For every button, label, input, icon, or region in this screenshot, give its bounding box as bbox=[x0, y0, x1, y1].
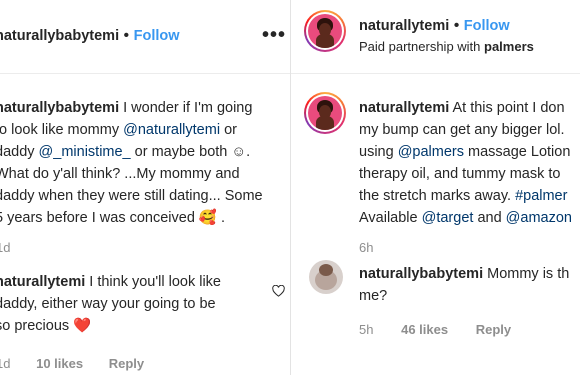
follow-button[interactable]: Follow bbox=[134, 28, 180, 44]
comment-text: therapy oil, and tummy mask to bbox=[359, 166, 561, 182]
comment-text: to look like mommy bbox=[0, 122, 124, 138]
comment-time[interactable]: 1d bbox=[0, 240, 10, 255]
separator-dot: • bbox=[123, 27, 130, 44]
right-post-panel: naturallytemi • Follow Paid partnership … bbox=[291, 0, 580, 375]
header-username[interactable]: naturallybabytemi bbox=[0, 28, 119, 44]
comment-text: the stretch marks away. bbox=[359, 188, 516, 204]
left-post-panel: naturallybabytemi • Follow ••• naturally… bbox=[0, 0, 290, 375]
comment-text: or bbox=[220, 122, 237, 138]
header-username[interactable]: naturallytemi bbox=[359, 18, 449, 34]
comment-text: I think you'll look like bbox=[85, 274, 221, 290]
reply-button[interactable]: Reply bbox=[109, 356, 144, 371]
separator-dot: • bbox=[453, 17, 460, 34]
avatar[interactable] bbox=[309, 260, 343, 294]
comment-text: Available bbox=[359, 210, 422, 226]
avatar[interactable] bbox=[304, 92, 346, 134]
mention-link[interactable]: @_ministime_ bbox=[39, 144, 131, 160]
likes-count[interactable]: 46 likes bbox=[401, 322, 448, 337]
comment-text: me? bbox=[359, 288, 388, 304]
comment-text: using bbox=[359, 144, 398, 160]
reply-meta: 1d 10 likes Reply bbox=[0, 356, 166, 371]
reply-meta: 5h 46 likes Reply bbox=[359, 322, 535, 337]
comment-text: 5 years before I was conceived 🥰 . bbox=[0, 210, 226, 226]
mention-link[interactable]: @target bbox=[422, 210, 474, 226]
comment-text: my bump can get any bigger lol. bbox=[359, 122, 565, 138]
comment-text: daddy when they were still dating... Som… bbox=[0, 188, 263, 204]
comment-text: massage Lotion bbox=[464, 144, 571, 160]
comment-author[interactable]: naturallybabytemi bbox=[359, 266, 483, 282]
comment-meta: 1d bbox=[0, 240, 10, 255]
comment-author[interactable]: naturallytemi bbox=[0, 274, 85, 290]
paid-partnership-label: Paid partnership with palmers bbox=[359, 39, 534, 54]
mention-link[interactable]: @amazon bbox=[506, 210, 572, 226]
avatar[interactable] bbox=[304, 10, 346, 52]
comment-text: Mommy is th bbox=[483, 266, 570, 282]
comment-text: or maybe both ☺. bbox=[130, 144, 251, 160]
reply-comment: naturallytemi I think you'll look like d… bbox=[0, 271, 265, 337]
comment-text: daddy bbox=[0, 144, 35, 160]
reply-button[interactable]: Reply bbox=[476, 322, 511, 337]
header-title: naturallytemi • Follow bbox=[359, 17, 510, 35]
comment-meta: 6h bbox=[359, 240, 373, 255]
mention-link[interactable]: @naturallytemi bbox=[123, 122, 220, 138]
follow-button[interactable]: Follow bbox=[464, 18, 510, 34]
comment-text: so precious ❤️ bbox=[0, 318, 92, 334]
like-heart-icon[interactable] bbox=[272, 285, 285, 297]
comment-text: I wonder if I'm going bbox=[119, 100, 253, 116]
comment-time[interactable]: 1d bbox=[0, 356, 10, 371]
comment-text: daddy, either way your going to be bbox=[0, 296, 216, 312]
partner-link[interactable]: palmers bbox=[484, 39, 534, 54]
comment-author[interactable]: naturallybabytemi bbox=[0, 100, 119, 116]
hashtag-link[interactable]: #palmer bbox=[515, 188, 567, 204]
comment-author[interactable]: naturallytemi bbox=[359, 100, 449, 116]
header-title: naturallybabytemi • Follow bbox=[0, 27, 180, 45]
comment-text: and bbox=[473, 210, 506, 226]
more-options-icon[interactable]: ••• bbox=[262, 24, 286, 47]
reply-comment: naturallybabytemi Mommy is th me? bbox=[359, 263, 569, 307]
caption-comment: naturallybabytemi I wonder if I'm going … bbox=[0, 97, 290, 229]
mention-link[interactable]: @palmers bbox=[398, 144, 464, 160]
comment-text: At this point I don bbox=[449, 100, 565, 116]
comment-time[interactable]: 5h bbox=[359, 322, 373, 337]
comment-time[interactable]: 6h bbox=[359, 240, 373, 255]
post-header: naturallytemi • Follow Paid partnership … bbox=[291, 0, 580, 74]
likes-count[interactable]: 10 likes bbox=[36, 356, 83, 371]
post-header: naturallybabytemi • Follow ••• bbox=[0, 0, 290, 74]
caption-comment: naturallytemi At this point I don my bum… bbox=[359, 97, 580, 229]
comment-text: What do y'all think? ...My mommy and bbox=[0, 166, 240, 182]
